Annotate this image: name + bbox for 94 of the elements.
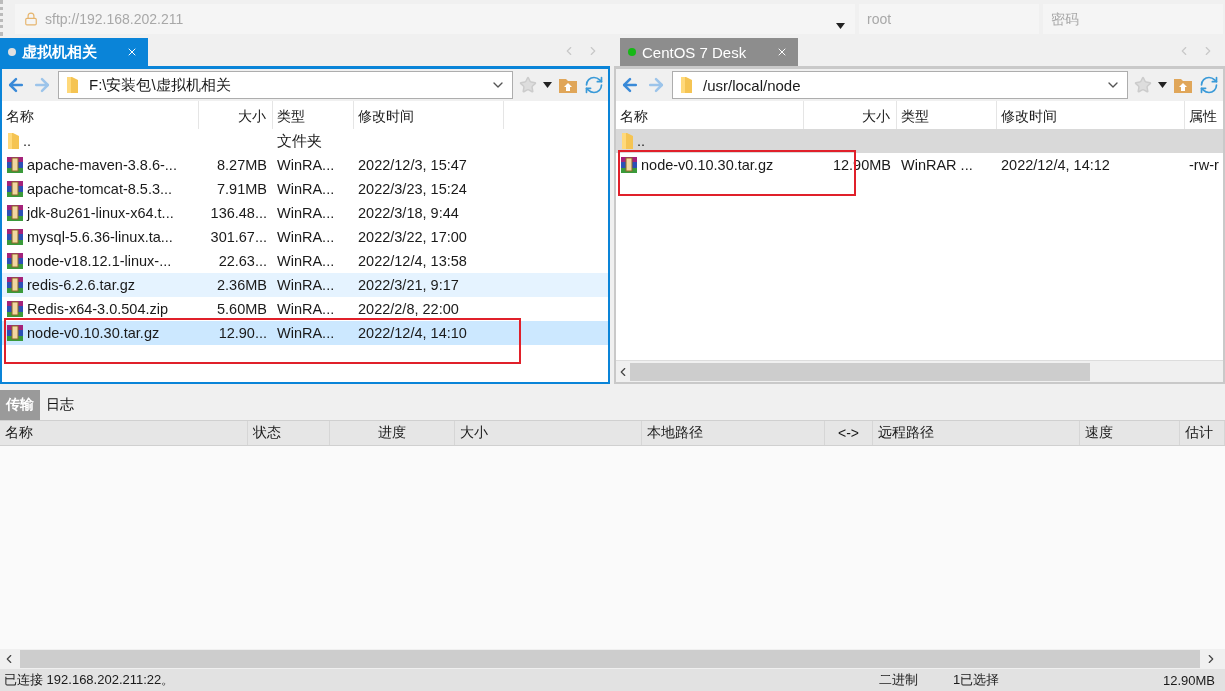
path-field[interactable]: /usr/local/node	[672, 71, 1128, 99]
caret-icon[interactable]	[836, 23, 845, 29]
file-cell: 5.60MB	[217, 301, 267, 317]
file-cell: 2.36MB	[217, 277, 267, 293]
selection-count: 1已选择	[953, 671, 1001, 689]
horizontal-scrollbar[interactable]	[616, 360, 1223, 382]
file-name: apache-maven-3.8.6-...	[27, 157, 177, 173]
file-cell: 2022/12/4, 13:58	[358, 253, 467, 269]
archive-icon	[6, 204, 24, 222]
forward-icon[interactable]	[32, 75, 52, 95]
caret-icon[interactable]	[1158, 82, 1167, 88]
selection-size: 12.90MB	[1163, 672, 1217, 688]
file-cell: 8.27MB	[217, 157, 267, 173]
file-cell: 2022/3/21, 9:17	[358, 277, 459, 293]
home-folder-icon[interactable]	[1173, 76, 1193, 94]
column-header[interactable]: 速度	[1080, 421, 1180, 445]
file-name: apache-tomcat-8.5.3...	[27, 181, 173, 197]
file-cell: 12.90...	[218, 325, 267, 341]
file-cell: WinRA...	[277, 205, 335, 221]
file-cell: WinRA...	[277, 157, 335, 173]
caret-icon[interactable]	[543, 82, 552, 88]
status-dot-icon	[8, 48, 16, 56]
file-name: mysql-5.6.36-linux.ta...	[27, 229, 173, 245]
bookmark-icon[interactable]	[1134, 76, 1152, 94]
back-icon[interactable]	[620, 75, 640, 95]
file-name: node-v0.10.30.tar.gz	[27, 325, 160, 341]
file-cell: WinRA...	[277, 325, 335, 341]
file-name: ..	[23, 133, 32, 149]
home-folder-icon[interactable]	[558, 76, 578, 94]
file-cell: 301.67...	[210, 229, 267, 245]
folder-icon	[65, 76, 79, 94]
close-icon[interactable]	[126, 46, 138, 58]
folder-icon	[620, 132, 634, 150]
file-name: node-v0.10.30.tar.gz	[641, 157, 774, 173]
column-header[interactable]: 估计	[1180, 421, 1225, 445]
status-dot-icon	[628, 48, 636, 56]
transfer-mode: 二进制	[879, 671, 919, 689]
lock-icon	[24, 12, 38, 26]
back-icon[interactable]	[6, 75, 26, 95]
close-icon[interactable]	[776, 46, 788, 58]
file-name: node-v18.12.1-linux-...	[27, 253, 172, 269]
file-row[interactable]: node-v0.10.30.tar.gz 12.90... WinRA... 2022/12/4, 14:10	[2, 321, 608, 345]
column-header[interactable]: 远程路径	[873, 421, 1080, 445]
bookmark-icon[interactable]	[519, 76, 537, 94]
column-header[interactable]: 大小	[455, 421, 642, 445]
file-cell: 136.48...	[210, 205, 267, 221]
archive-icon	[6, 276, 24, 294]
file-cell: WinRA...	[277, 229, 335, 245]
archive-icon	[6, 324, 24, 342]
folder-icon	[679, 76, 693, 94]
host-field[interactable]: sftp://192.168.202.211	[15, 4, 855, 34]
archive-icon	[6, 180, 24, 198]
log-tab[interactable]: 日志	[40, 390, 80, 420]
file-cell: 2022/12/4, 14:10	[358, 325, 467, 341]
column-header[interactable]: <->	[825, 421, 873, 445]
archive-icon	[6, 252, 24, 270]
refresh-icon[interactable]	[584, 75, 604, 95]
password-field[interactable]: 密码	[1043, 4, 1223, 34]
file-cell: 2022/3/23, 15:24	[358, 181, 467, 197]
archive-icon	[620, 156, 638, 174]
file-cell: 2022/12/4, 14:12	[1001, 157, 1110, 173]
column-header[interactable]: 本地路径	[642, 421, 825, 445]
column-header[interactable]: 名称	[0, 421, 248, 445]
file-cell: 2022/12/3, 15:47	[358, 157, 467, 173]
file-cell: 22.63...	[218, 253, 267, 269]
file-cell: -rw-r	[1189, 157, 1219, 173]
file-row[interactable]: ..	[616, 129, 1223, 153]
file-name: ..	[637, 133, 646, 149]
status-message: 已连接 192.168.202.211:22。	[4, 671, 176, 689]
path-field[interactable]: F:\安装包\虚拟机相关	[58, 71, 513, 99]
file-name: redis-6.2.6.tar.gz	[27, 277, 135, 293]
refresh-icon[interactable]	[1199, 75, 1219, 95]
file-cell: WinRA...	[277, 181, 335, 197]
file-cell: 文件夹	[277, 131, 322, 151]
user-field[interactable]: root	[859, 4, 1039, 34]
file-cell: 2022/3/18, 9:44	[358, 205, 459, 221]
column-header[interactable]: 状态	[248, 421, 330, 445]
file-cell: WinRA...	[277, 253, 335, 269]
file-cell: WinRA...	[277, 301, 335, 317]
column-header[interactable]: 进度	[330, 421, 455, 445]
file-cell: 2022/2/8, 22:00	[358, 301, 459, 317]
forward-icon[interactable]	[646, 75, 666, 95]
file-cell: 7.91MB	[217, 181, 267, 197]
archive-icon	[6, 300, 24, 318]
file-name: Redis-x64-3.0.504.zip	[27, 301, 169, 317]
file-name: jdk-8u261-linux-x64.t...	[27, 205, 174, 221]
session-tab[interactable]: 虚拟机相关	[0, 38, 148, 66]
archive-icon	[6, 156, 24, 174]
file-cell: WinRAR ...	[901, 157, 973, 173]
folder-icon	[6, 132, 20, 150]
file-row[interactable]: redis-6.2.6.tar.gz 2.36MB WinRA... 2022/3/21, 9:17	[2, 273, 608, 297]
file-cell: 2022/3/22, 17:00	[358, 229, 467, 245]
archive-icon	[6, 228, 24, 246]
file-cell: WinRA...	[277, 277, 335, 293]
